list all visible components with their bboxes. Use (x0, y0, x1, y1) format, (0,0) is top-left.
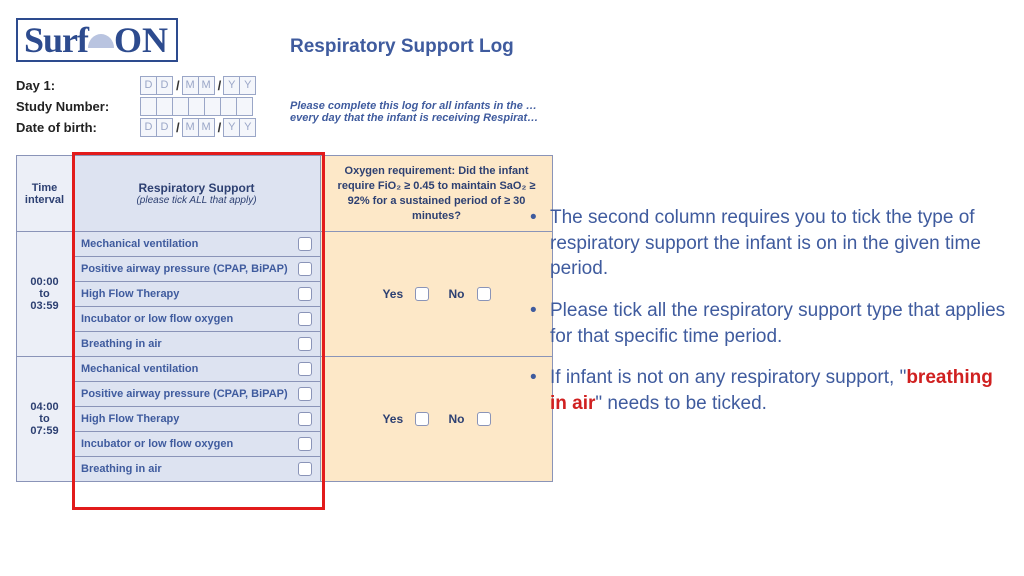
oxy-cell: Yes No (321, 232, 553, 357)
resp-option-label: Breathing in air (81, 463, 162, 475)
bullet-item: If infant is not on any respiratory supp… (530, 365, 1010, 416)
checkbox-icon[interactable] (298, 287, 312, 301)
day1-y1[interactable]: Y (223, 76, 240, 95)
resp-option[interactable]: Positive airway pressure (CPAP, BiPAP) (73, 381, 320, 406)
checkbox-icon[interactable] (298, 337, 312, 351)
time-cell: 04:00 to 07:59 (17, 357, 73, 482)
time-mid: to (39, 288, 49, 300)
logo-text-surf: Surf (24, 20, 88, 60)
time-mid: to (39, 413, 49, 425)
resp-option[interactable]: Breathing in air (73, 456, 320, 481)
day1-d2[interactable]: D (156, 76, 173, 95)
time-from: 00:00 (30, 276, 58, 288)
resp-option-label: Positive airway pressure (CPAP, BiPAP) (81, 263, 288, 275)
logo: Surf ON (16, 18, 178, 62)
study-cell[interactable] (156, 97, 173, 116)
dob-m2[interactable]: M (198, 118, 215, 137)
dob-label: Date of birth: (16, 120, 140, 135)
dob-y2[interactable]: Y (239, 118, 256, 137)
dob-y1[interactable]: Y (223, 118, 240, 137)
study-cell[interactable] (220, 97, 237, 116)
day1-label: Day 1: (16, 78, 140, 93)
study-cell[interactable] (140, 97, 157, 116)
respiratory-table: Time interval Respiratory Support (pleas… (16, 155, 553, 482)
resp-cell: Mechanical ventilation Positive airway p… (73, 357, 321, 482)
annotation-bullets: The second column requires you to tick t… (530, 205, 1010, 432)
col-resp-header: Respiratory Support (please tick ALL tha… (73, 156, 321, 232)
day1-m2[interactable]: M (198, 76, 215, 95)
checkbox-icon[interactable] (298, 312, 312, 326)
checkbox-icon[interactable] (298, 462, 312, 476)
study-cell[interactable] (172, 97, 189, 116)
time-from: 04:00 (30, 401, 58, 413)
resp-option-label: Positive airway pressure (CPAP, BiPAP) (81, 388, 288, 400)
page-title: Respiratory Support Log (290, 36, 514, 58)
study-cell[interactable] (236, 97, 253, 116)
instruction-text: Please complete this log for all infants… (290, 100, 540, 124)
study-label: Study Number: (16, 99, 140, 114)
checkbox-icon[interactable] (298, 262, 312, 276)
oxy-cell: Yes No (321, 357, 553, 482)
resp-option[interactable]: Incubator or low flow oxygen (73, 306, 320, 331)
day1-m1[interactable]: M (182, 76, 199, 95)
time-cell: 00:00 to 03:59 (17, 232, 73, 357)
yes-label: Yes (382, 412, 403, 426)
wave-icon (88, 28, 114, 54)
resp-option[interactable]: High Flow Therapy (73, 281, 320, 306)
resp-option[interactable]: Breathing in air (73, 331, 320, 356)
dob-m1[interactable]: M (182, 118, 199, 137)
table-row: 00:00 to 03:59 Mechanical ventilation Po… (17, 232, 553, 357)
dob-d1[interactable]: D (140, 118, 157, 137)
no-label: No (449, 412, 465, 426)
resp-option[interactable]: High Flow Therapy (73, 406, 320, 431)
checkbox-icon[interactable] (477, 287, 491, 301)
checkbox-icon[interactable] (298, 412, 312, 426)
resp-option[interactable]: Positive airway pressure (CPAP, BiPAP) (73, 256, 320, 281)
table-row: 04:00 to 07:59 Mechanical ventilation Po… (17, 357, 553, 482)
meta-day1: Day 1: D D / M M / Y Y (16, 76, 556, 95)
time-to: 03:59 (30, 300, 58, 312)
checkbox-icon[interactable] (298, 237, 312, 251)
dob-d2[interactable]: D (156, 118, 173, 137)
checkbox-icon[interactable] (415, 412, 429, 426)
bullet-text: " needs to be ticked. (595, 393, 767, 414)
checkbox-icon[interactable] (298, 437, 312, 451)
checkbox-icon[interactable] (477, 412, 491, 426)
col-oxy-header: Oxygen requirement: Did the infant requi… (321, 156, 553, 232)
bullet-text: If infant is not on any respiratory supp… (550, 367, 906, 388)
study-cell[interactable] (188, 97, 205, 116)
bullet-item: Please tick all the respiratory support … (530, 298, 1010, 349)
resp-option-label: Mechanical ventilation (81, 363, 198, 375)
checkbox-icon[interactable] (415, 287, 429, 301)
resp-option-label: High Flow Therapy (81, 413, 179, 425)
day1-d1[interactable]: D (140, 76, 157, 95)
time-to: 07:59 (30, 425, 58, 437)
resp-option-label: Incubator or low flow oxygen (81, 313, 233, 325)
resp-option[interactable]: Mechanical ventilation (73, 232, 320, 256)
resp-option[interactable]: Mechanical ventilation (73, 357, 320, 381)
day1-y2[interactable]: Y (239, 76, 256, 95)
bullet-item: The second column requires you to tick t… (530, 205, 1010, 282)
yes-label: Yes (382, 287, 403, 301)
resp-option-label: Mechanical ventilation (81, 238, 198, 250)
checkbox-icon[interactable] (298, 387, 312, 401)
resp-cell: Mechanical ventilation Positive airway p… (73, 232, 321, 357)
no-label: No (449, 287, 465, 301)
col-resp-title: Respiratory Support (138, 181, 254, 195)
study-cell[interactable] (204, 97, 221, 116)
col-resp-sub: (please tick ALL that apply) (77, 195, 316, 206)
resp-option-label: Incubator or low flow oxygen (81, 438, 233, 450)
col-time-header: Time interval (17, 156, 73, 232)
checkbox-icon[interactable] (298, 362, 312, 376)
logo-text-on: ON (114, 20, 168, 60)
resp-option-label: High Flow Therapy (81, 288, 179, 300)
resp-option[interactable]: Incubator or low flow oxygen (73, 431, 320, 456)
resp-option-label: Breathing in air (81, 338, 162, 350)
